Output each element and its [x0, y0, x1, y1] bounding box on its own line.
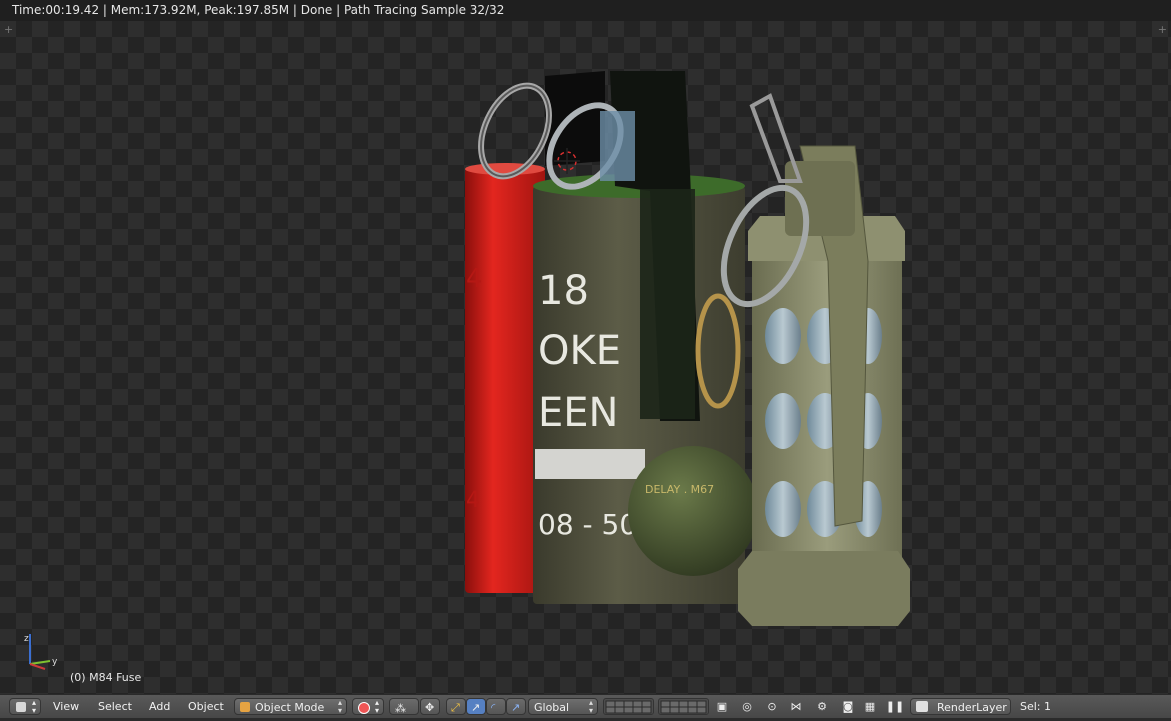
render-layer-button[interactable]: RenderLayer [910, 698, 1011, 715]
3d-viewport[interactable]: + + 4 4 18 OKE EEN 08 - 50 DELAY . M67 z… [0, 21, 1171, 694]
red-canister-top-text: 4 [466, 264, 483, 294]
arc-icon: ◜ [491, 701, 496, 714]
scale-manipulator-button[interactable]: ◜ [486, 698, 506, 715]
axis-y-label: y [52, 657, 58, 667]
snap-target-icon[interactable]: ⚙ [812, 698, 832, 715]
pause-icon[interactable]: ❚❚ [885, 698, 905, 715]
render-still-icon[interactable]: ◙ [838, 698, 858, 715]
translate-manipulator-button[interactable]: ⤢ [446, 698, 466, 715]
smoke-canister-line2: OKE [538, 328, 621, 374]
chevron-updown-icon: ▴ ▾ [31, 698, 36, 715]
frag-grenade-text: DELAY . M67 [645, 483, 714, 496]
menu-add[interactable]: Add [149, 698, 170, 715]
chevron-updown-icon: ▴ ▾ [337, 698, 342, 715]
pivot-point-button[interactable]: ⁂ [389, 698, 419, 715]
menu-object[interactable]: Object [188, 698, 224, 715]
layers-grid-icon [660, 700, 707, 714]
active-object-label: (0) M84 Fuse [70, 671, 142, 684]
cube-icon [16, 702, 26, 712]
render-status-text: Time:00:19.42 | Mem:173.92M, Peak:197.85… [12, 3, 505, 17]
rotate-icon: ↗ [471, 701, 481, 714]
menu-view[interactable]: View [53, 698, 79, 715]
proportional-edit-icon[interactable]: ◎ [737, 698, 757, 715]
axis-arrows-icon: ⤢ [451, 701, 460, 714]
transform-orientation-dropdown[interactable]: Global ▴ ▾ [528, 698, 598, 715]
object-mode-icon [240, 702, 250, 712]
lock-camera-icon[interactable]: ▣ [712, 698, 732, 715]
interaction-mode-dropdown[interactable]: Object Mode ▴ ▾ [234, 698, 347, 715]
menu-select[interactable]: Select [98, 698, 132, 715]
smoke-canister-white-band [535, 449, 645, 479]
editor-type-button[interactable]: ▴ ▾ [9, 698, 41, 715]
layer-grid-1[interactable] [603, 698, 654, 715]
red-canister-top [465, 163, 545, 175]
viewport-shading-button[interactable]: ▴ ▾ [352, 698, 384, 715]
manipulator-extra-button[interactable]: ↗ [506, 698, 526, 715]
render-layer-label: RenderLayer [937, 701, 1007, 714]
render-status-bar: Time:00:19.42 | Mem:173.92M, Peak:197.85… [0, 0, 1171, 21]
frag-grenade-sphere [628, 446, 758, 576]
snap-magnet-icon[interactable]: ⊙ [762, 698, 782, 715]
3d-view-header: ▴ ▾ View Select Add Object Object Mode ▴ ▾… [0, 694, 1171, 718]
flashbang-bottom-cap [738, 551, 910, 626]
smoke-canister-line3: EEN [538, 390, 618, 436]
layers-grid-icon [605, 700, 652, 714]
transform-orientation-label: Global [534, 701, 570, 714]
chevron-updown-icon: ▴ ▾ [374, 698, 379, 715]
snap-element-icon[interactable]: ⋈ [786, 698, 806, 715]
render-animation-icon[interactable]: ▦ [860, 698, 880, 715]
axis-z-label: z [24, 634, 29, 644]
smoke-canister-number: 08 - 50 [538, 508, 637, 541]
axis-gizmo: z y [24, 634, 58, 670]
red-canister-lever [545, 71, 605, 166]
rotate-manipulator-button[interactable]: ↗ [466, 698, 486, 715]
selection-count: Sel: 1 [1020, 700, 1052, 713]
render-layer-icon [916, 701, 928, 712]
move-icon: ↗ [511, 701, 521, 714]
manipulator-toggle[interactable]: ✥ [420, 698, 440, 715]
grenade-render: 4 4 18 OKE EEN 08 - 50 DELAY . M67 z y [24, 71, 910, 670]
layer-grid-2[interactable] [658, 698, 709, 715]
chevron-updown-icon: ▴ ▾ [588, 698, 593, 715]
pivot-icon: ⁂ [395, 702, 406, 715]
hand-icon: ✥ [425, 701, 435, 714]
smoke-canister-line1: 18 [538, 268, 589, 314]
red-canister-bottom-text: 4 [466, 488, 480, 513]
shading-sphere-icon [358, 702, 370, 714]
interaction-mode-label: Object Mode [255, 701, 325, 714]
